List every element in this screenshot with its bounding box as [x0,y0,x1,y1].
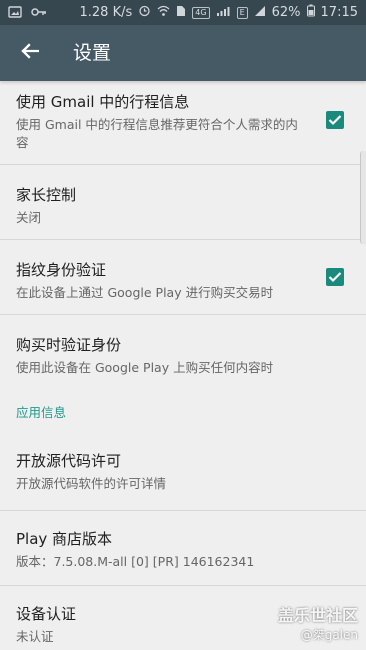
back-button[interactable] [10,33,50,73]
gmail-trip-info-checkbox[interactable] [326,111,344,129]
battery-icon [306,4,315,21]
settings-item-summary: 使用此设备在 Google Play 上购买任何内容时 [16,360,274,375]
check-icon [328,268,342,287]
settings-item-summary: 使用 Gmail 中的行程信息推荐更符合个人需求的内容 [16,117,298,150]
settings-item-open-source-licenses[interactable]: 开放源代码许可 开放源代码软件的许可详情 [0,436,366,511]
status-bar: 1.28 K/s 4G E 62% 17:15 [0,0,366,25]
watermark-title: 盖乐世社区 [277,606,358,625]
page-title: 设置 [73,42,112,64]
settings-item-play-store-version[interactable]: Play 商店版本 版本：7.5.08.M-all [0] [PR] 14616… [0,511,366,586]
watermark-user: @桀galen [300,628,358,642]
settings-item-purchase-auth[interactable]: 购买时验证身份 使用此设备在 Google Play 上购买任何内容时 [0,315,366,390]
wifi-icon [157,5,170,21]
status-right-area: 1.28 K/s 4G E 62% 17:15 [79,4,358,21]
edge-panel-handle[interactable] [360,151,366,244]
clock-text: 17:15 [320,5,358,20]
signal-icon [216,5,231,21]
community-watermark: 盖乐世社区 @桀galen [278,606,358,644]
signal-icon-2 [254,5,266,21]
settings-item-title: 开放源代码许可 [16,452,122,470]
sim-icon [176,5,186,21]
fingerprint-auth-checkbox[interactable] [326,268,344,286]
photo-icon [8,5,22,23]
settings-item-summary: 未认证 [16,629,54,644]
settings-item-fingerprint-auth[interactable]: 指纹身份验证 在此设备上通过 Google Play 进行购买交易时 [0,240,366,315]
settings-item-title: 指纹身份验证 [16,261,107,279]
settings-item-title: 购买时验证身份 [16,336,122,354]
settings-item-parental-controls[interactable]: 家长控制 关闭 [0,165,366,240]
settings-screen: 1.28 K/s 4G E 62% 17:15 设置 使用 Gmail 中的行程… [0,0,366,650]
network-speed: 1.28 K/s [79,5,133,20]
alarm-icon [138,4,151,21]
settings-item-summary: 版本：7.5.08.M-all [0] [PR] 146162341 [16,554,255,569]
settings-item-title: 设备认证 [16,605,77,623]
back-arrow-icon [21,43,40,63]
section-header-app-info: 应用信息 [16,405,67,420]
settings-item-title: 使用 Gmail 中的行程信息 [16,93,190,111]
carrier-badge: E [236,6,248,19]
app-bar: 设置 [0,25,366,81]
settings-item-title: Play 商店版本 [16,530,113,548]
settings-item-gmail-trip-info[interactable]: 使用 Gmail 中的行程信息 使用 Gmail 中的行程信息推荐更符合个人需求… [0,81,366,165]
key-icon [31,6,47,22]
status-left-icons [8,5,47,23]
settings-list: 使用 Gmail 中的行程信息 使用 Gmail 中的行程信息推荐更符合个人需求… [0,81,366,650]
network-type-badge: 4G [192,6,210,19]
battery-level: 62% [271,5,301,20]
settings-item-title: 家长控制 [16,186,77,204]
check-icon [328,111,342,130]
settings-item-summary: 在此设备上通过 Google Play 进行购买交易时 [16,285,274,300]
settings-item-summary: 关闭 [16,210,42,225]
settings-item-summary: 开放源代码软件的许可详情 [16,476,167,491]
